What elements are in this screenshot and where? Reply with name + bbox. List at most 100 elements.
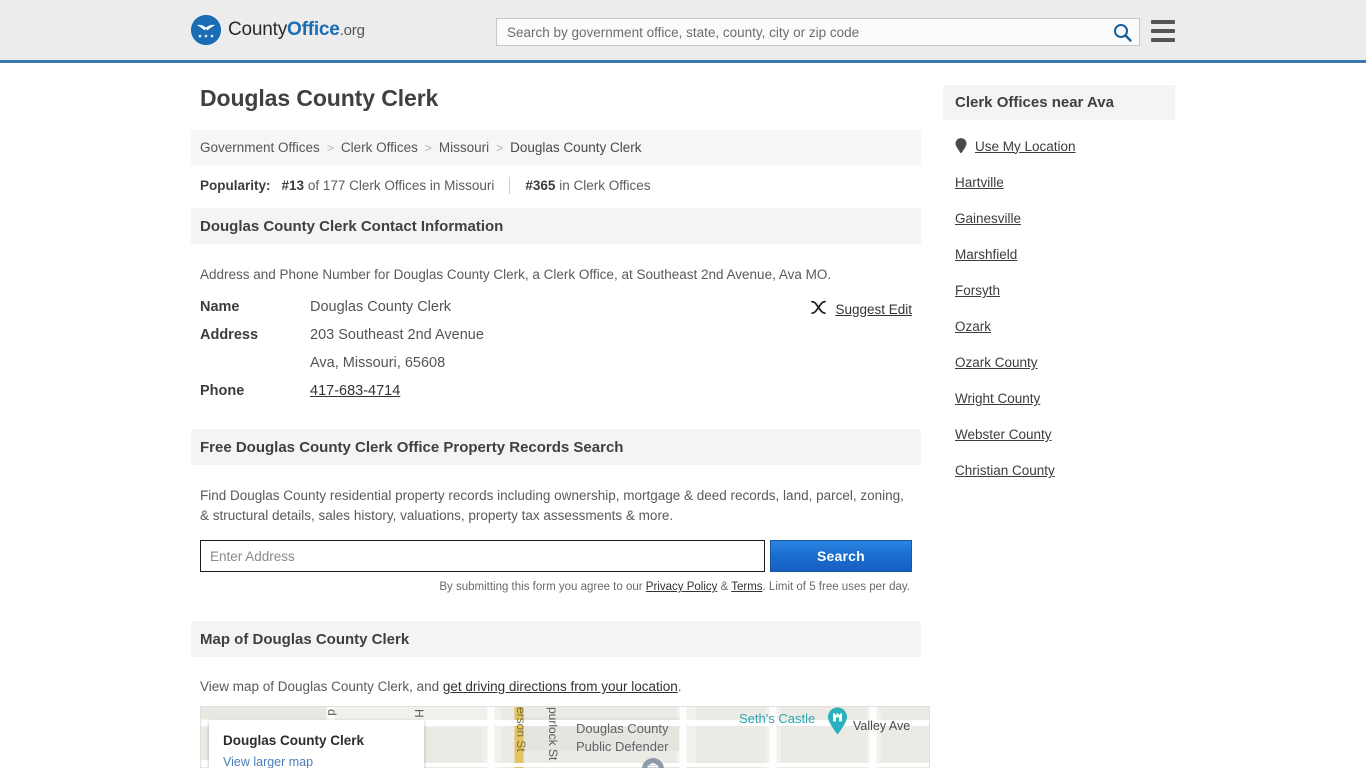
map-street-label-valley: Valley Ave	[853, 719, 911, 733]
driving-directions-link[interactable]: get driving directions from your locatio…	[443, 679, 678, 694]
sidebar-heading: Clerk Offices near Ava	[943, 85, 1175, 120]
breadcrumb-item-missouri[interactable]: Missouri	[439, 140, 489, 155]
property-search-description: Find Douglas County residential property…	[200, 488, 904, 523]
popularity-label: Popularity:	[200, 178, 271, 193]
sidebar-item-christian-county[interactable]: Christian County	[955, 463, 1163, 478]
popularity-national-text: in Clerk Offices	[559, 178, 651, 193]
popularity-state-text: of 177 Clerk Offices in Missouri	[307, 178, 495, 193]
property-search-section: Free Douglas County Clerk Office Propert…	[191, 429, 921, 593]
legal-suffix: . Limit of 5 free uses per day.	[762, 581, 910, 593]
legal-amp: &	[717, 581, 732, 593]
hamburger-bar-2	[1151, 29, 1175, 33]
map-street-label-spurlock: purlock St	[546, 707, 560, 761]
sidebar: Clerk Offices near Ava Use My Location H…	[943, 63, 1175, 768]
map-line-prefix: View map of Douglas County Clerk, and	[200, 679, 443, 694]
map-info-card: Douglas County Clerk View larger map	[209, 720, 424, 768]
sidebar-item-forsyth[interactable]: Forsyth	[955, 283, 1163, 298]
property-search-legal: By submitting this form you agree to our…	[200, 581, 912, 593]
contact-section-heading: Douglas County Clerk Contact Information	[191, 208, 921, 244]
site-logo-text: CountyOffice.org	[228, 19, 365, 41]
sidebar-link-forsyth[interactable]: Forsyth	[955, 283, 1000, 298]
sidebar-link-gainesville[interactable]: Gainesville	[955, 211, 1021, 226]
suggest-edit-link[interactable]: Suggest Edit	[835, 302, 912, 317]
property-search-button[interactable]: Search	[769, 540, 912, 572]
sidebar-link-christian-county[interactable]: Christian County	[955, 463, 1055, 478]
sidebar-link-ozark[interactable]: Ozark	[955, 319, 991, 334]
edit-suggest-icon	[810, 300, 827, 318]
breadcrumb-item-government-offices[interactable]: Government Offices	[200, 140, 320, 155]
contact-value-phone: 417-683-4714	[310, 383, 400, 399]
site-header: CountyOffice.org	[0, 0, 1366, 63]
popularity-state-rank: #13	[281, 178, 305, 193]
map-embed[interactable]: d H erson St purlock St Douglas County P…	[200, 706, 930, 768]
contact-label-phone: Phone	[200, 383, 245, 399]
logo-text-tld: .org	[339, 22, 365, 39]
breadcrumb-separator: >	[496, 140, 504, 155]
map-street-label-1: d	[325, 709, 339, 716]
popularity-divider	[509, 177, 511, 194]
main-column: Douglas County Clerk Government Offices …	[191, 63, 930, 768]
map-pin-icon	[955, 138, 967, 154]
sidebar-link-marshfield[interactable]: Marshfield	[955, 247, 1017, 262]
page-title: Douglas County Clerk	[200, 85, 439, 111]
government-building-poi-icon	[642, 758, 664, 768]
contact-description: Address and Phone Number for Douglas Cou…	[200, 267, 832, 282]
sidebar-list: Use My Location Hartville Gainesville Ma…	[943, 120, 1175, 478]
sidebar-item-hartville[interactable]: Hartville	[955, 175, 1163, 190]
search-input[interactable]	[497, 19, 1105, 45]
map-card-title: Douglas County Clerk	[223, 733, 365, 748]
breadcrumb-item-douglas-county-clerk[interactable]: Douglas County Clerk	[510, 140, 641, 155]
use-my-location-link[interactable]: Use My Location	[975, 139, 1076, 154]
phone-link[interactable]: 417-683-4714	[310, 383, 400, 399]
map-street-label-jefferson: erson St	[514, 707, 528, 752]
hamburger-menu-icon[interactable]	[1151, 20, 1175, 42]
sidebar-item-ozark-county[interactable]: Ozark County	[955, 355, 1163, 370]
sidebar-item-ozark[interactable]: Ozark	[955, 319, 1163, 334]
contact-section: Douglas County Clerk Contact Information…	[191, 208, 921, 399]
contact-row-address: Address 203 Southeast 2nd Avenue	[200, 327, 912, 343]
map-description: View map of Douglas County Clerk, and ge…	[200, 679, 912, 694]
contact-value-address-city: Ava, Missouri, 65608	[310, 355, 446, 371]
sidebar-item-wright-county[interactable]: Wright County	[955, 391, 1163, 406]
contact-value-address-street: 203 Southeast 2nd Avenue	[310, 327, 484, 343]
site-logo[interactable]: CountyOffice.org	[191, 15, 365, 45]
sidebar-link-wright-county[interactable]: Wright County	[955, 391, 1040, 406]
logo-text-county: County	[228, 19, 288, 40]
contact-label-name: Name	[200, 299, 240, 315]
page-container: Douglas County Clerk Government Offices …	[0, 63, 1366, 768]
contact-row-phone: Phone 417-683-4714	[200, 383, 912, 399]
contact-row-address-city: Ava, Missouri, 65608	[200, 355, 912, 371]
privacy-policy-link[interactable]: Privacy Policy	[646, 581, 718, 593]
breadcrumb-item-clerk-offices[interactable]: Clerk Offices	[341, 140, 418, 155]
map-poi-seths-castle: Seth's Castle	[739, 711, 816, 726]
map-line-suffix: .	[677, 679, 682, 694]
sidebar-item-gainesville[interactable]: Gainesville	[955, 211, 1163, 226]
map-section: Map of Douglas County Clerk View map of …	[191, 621, 930, 768]
castle-poi-pin-icon	[828, 707, 847, 735]
hamburger-bar-3	[1151, 38, 1175, 42]
map-street-label-2: H	[412, 709, 426, 718]
contact-row-name: Name Douglas County Clerk	[200, 299, 912, 315]
sidebar-link-webster-county[interactable]: Webster County	[955, 427, 1052, 442]
sidebar-link-hartville[interactable]: Hartville	[955, 175, 1004, 190]
sidebar-item-marshfield[interactable]: Marshfield	[955, 247, 1163, 262]
map-poi-public-defender-line1: Douglas County	[576, 721, 669, 736]
logo-text-office: Office	[287, 19, 340, 40]
breadcrumb: Government Offices > Clerk Offices > Mis…	[191, 130, 921, 165]
map-poi-public-defender-line2: Public Defender	[576, 739, 669, 754]
terms-link[interactable]: Terms	[731, 581, 762, 593]
breadcrumb-separator: >	[326, 140, 334, 155]
address-input[interactable]	[200, 540, 765, 572]
sidebar-link-ozark-county[interactable]: Ozark County	[955, 355, 1038, 370]
property-search-heading: Free Douglas County Clerk Office Propert…	[191, 429, 921, 465]
sidebar-item-webster-county[interactable]: Webster County	[955, 427, 1163, 442]
eagle-shield-logo-icon	[191, 15, 221, 45]
search-icon[interactable]	[1105, 19, 1139, 45]
view-larger-map-link[interactable]: View larger map	[223, 755, 313, 768]
suggest-edit[interactable]: Suggest Edit	[810, 300, 912, 318]
hamburger-bar-1	[1151, 20, 1175, 24]
map-section-heading: Map of Douglas County Clerk	[191, 621, 921, 657]
sidebar-item-use-my-location[interactable]: Use My Location	[955, 138, 1163, 154]
legal-prefix: By submitting this form you agree to our	[439, 581, 646, 593]
contact-value-name: Douglas County Clerk	[310, 299, 452, 315]
